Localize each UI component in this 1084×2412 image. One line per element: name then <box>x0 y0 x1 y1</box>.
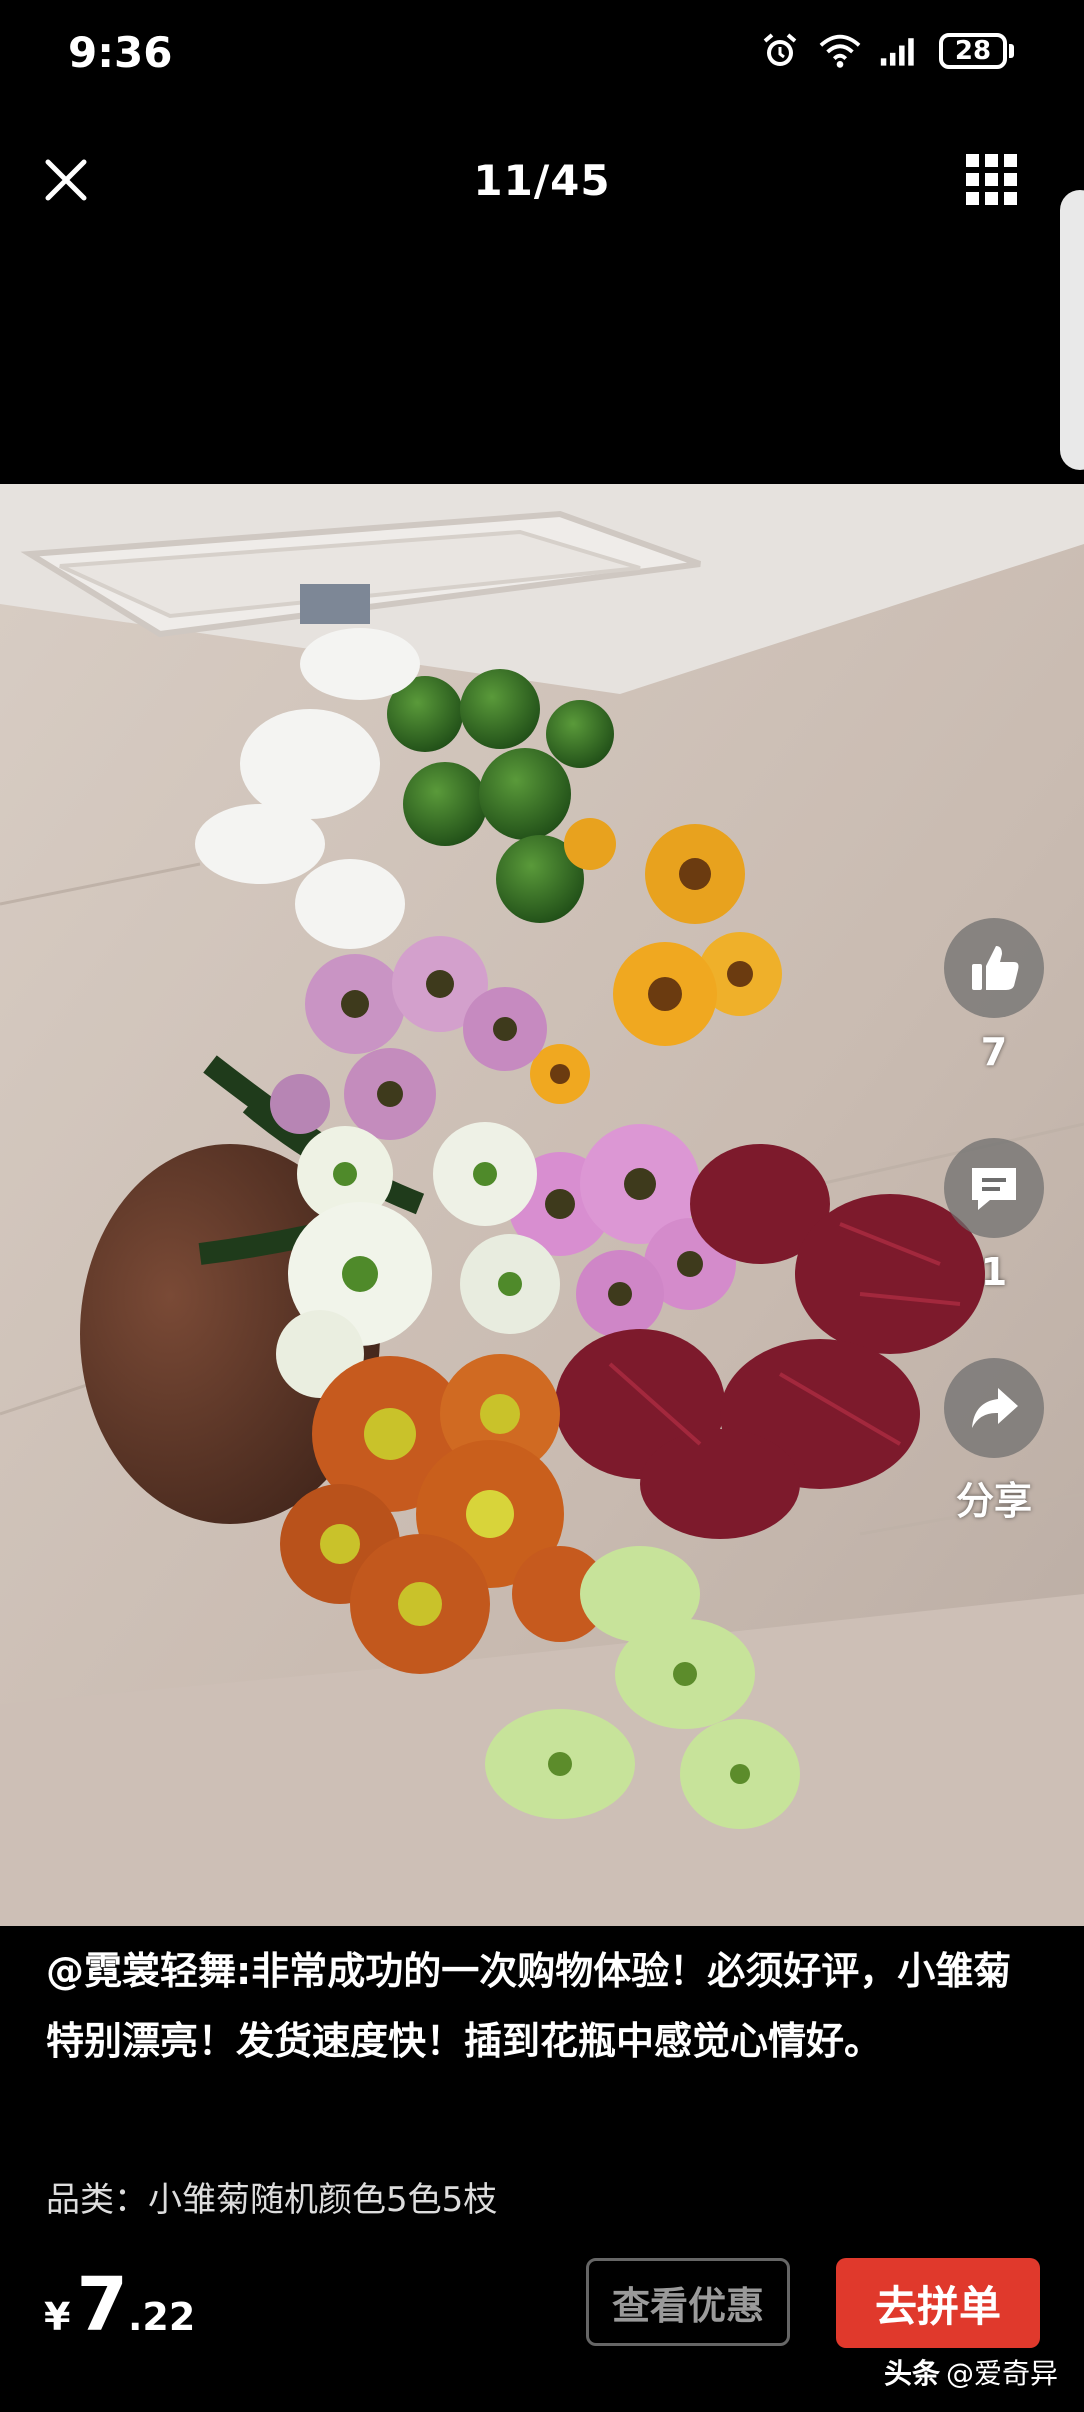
comment-icon[interactable] <box>944 1138 1044 1238</box>
comment-action[interactable]: 1 <box>944 1138 1044 1294</box>
edge-handle[interactable] <box>1060 190 1084 470</box>
image-counter: 11/45 <box>473 156 611 205</box>
flower-bouquet-photo[interactable] <box>0 484 1084 1926</box>
watermark-handle: @爱奇异 <box>945 2357 1058 2390</box>
status-time: 9:36 <box>68 28 173 77</box>
price: ¥ 7 .22 <box>44 2262 195 2348</box>
product-category: 品类：小雏菊随机颜色5色5枝 <box>46 2180 498 2220</box>
like-count: 7 <box>980 1030 1008 1074</box>
signal-icon <box>879 30 921 72</box>
group-buy-button[interactable]: 去拼单 <box>836 2258 1040 2348</box>
grid-icon[interactable] <box>966 154 1018 206</box>
alarm-icon <box>759 30 801 72</box>
share-action[interactable]: 分享 <box>944 1358 1044 1525</box>
price-currency: ¥ <box>44 2295 71 2339</box>
comment-count: 1 <box>980 1250 1008 1294</box>
status-icons: 28 <box>759 30 1014 72</box>
price-integer: 7 <box>76 2262 128 2348</box>
battery-level: 28 <box>939 33 1007 69</box>
view-coupon-button[interactable]: 查看优惠 <box>586 2258 790 2346</box>
price-decimal: .22 <box>127 2295 196 2339</box>
share-label: 分享 <box>955 1479 1032 1523</box>
share-icon[interactable] <box>944 1358 1044 1458</box>
top-nav: 11/45 <box>0 130 1084 230</box>
review-text: @霓裳轻舞:非常成功的一次购物体验！必须好评，小雏菊特别漂亮！发货速度快！插到花… <box>46 1949 1012 2063</box>
caption-fade <box>0 2062 1084 2132</box>
battery-icon: 28 <box>939 33 1014 69</box>
thumbs-up-icon[interactable] <box>944 918 1044 1018</box>
watermark: 头条 @爱奇异 <box>884 2352 1058 2392</box>
like-action[interactable]: 7 <box>944 918 1044 1074</box>
watermark-brand: 头条 <box>883 2357 940 2390</box>
status-bar: 9:36 28 <box>0 0 1084 110</box>
wifi-icon <box>819 30 861 72</box>
